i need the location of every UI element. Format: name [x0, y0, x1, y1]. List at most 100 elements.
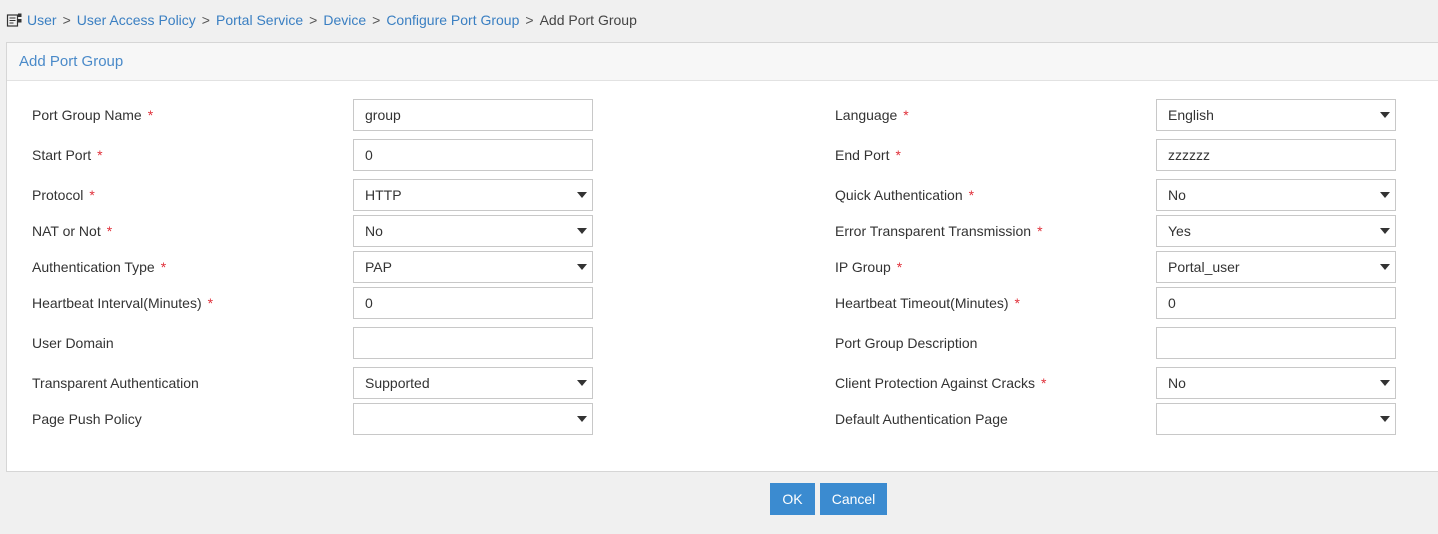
protocol-label: Protocol * — [32, 179, 95, 211]
required-mark: * — [1040, 375, 1047, 391]
default-authentication-page-select[interactable] — [1156, 403, 1396, 435]
ip-group-label: IP Group * — [835, 251, 902, 283]
required-mark: * — [903, 107, 909, 123]
required-mark: * — [896, 259, 903, 275]
caret-down-icon[interactable] — [1380, 416, 1390, 422]
heartbeat-timeout-minutes-input-field[interactable] — [1168, 288, 1395, 318]
ip-group-selected-value: Portal_user — [1168, 259, 1240, 275]
caret-down-icon[interactable] — [577, 380, 587, 386]
breadcrumb-link-portal-service[interactable]: Portal Service — [216, 12, 303, 28]
required-mark: * — [207, 295, 214, 311]
port-group-description-label: Port Group Description — [835, 327, 977, 359]
page-push-policy-label-text: Page Push Policy — [32, 411, 142, 427]
page-push-policy-label: Page Push Policy — [32, 403, 142, 435]
start-port-input-field[interactable] — [365, 140, 592, 170]
client-protection-against-cracks-label-text: Client Protection Against Cracks — [835, 375, 1035, 391]
caret-down-icon[interactable] — [1380, 112, 1390, 118]
cancel-button[interactable]: Cancel — [820, 483, 887, 515]
error-transparent-transmission-label: Error Transparent Transmission * — [835, 215, 1043, 247]
ip-group-select[interactable]: Portal_user — [1156, 251, 1396, 283]
port-group-name-label: Port Group Name * — [32, 99, 153, 131]
caret-down-icon[interactable] — [1380, 192, 1390, 198]
default-authentication-page-label-text: Default Authentication Page — [835, 411, 1008, 427]
protocol-select[interactable]: HTTP — [353, 179, 593, 211]
start-port-input[interactable] — [353, 139, 593, 171]
port-group-description-label-text: Port Group Description — [835, 335, 978, 351]
end-port-input-field[interactable] — [1168, 140, 1395, 170]
caret-down-icon[interactable] — [1380, 228, 1390, 234]
caret-down-icon[interactable] — [577, 228, 587, 234]
caret-down-icon[interactable] — [1380, 380, 1390, 386]
transparent-authentication-select[interactable]: Supported — [353, 367, 593, 399]
breadcrumb-link-user[interactable]: User — [27, 12, 57, 28]
error-transparent-transmission-selected-value: Yes — [1168, 223, 1191, 239]
required-mark: * — [1037, 223, 1043, 239]
required-mark: * — [968, 187, 975, 203]
error-transparent-transmission-select[interactable]: Yes — [1156, 215, 1396, 247]
end-port-label: End Port * — [835, 139, 901, 171]
nat-or-not-selected-value: No — [365, 223, 383, 239]
required-mark: * — [160, 259, 167, 275]
port-group-name-input[interactable] — [353, 99, 593, 131]
caret-down-icon[interactable] — [577, 264, 587, 270]
breadcrumb-separator: > — [201, 12, 210, 28]
heartbeat-timeout-minutes-label: Heartbeat Timeout(Minutes) * — [835, 287, 1020, 319]
default-authentication-page-label: Default Authentication Page — [835, 403, 1008, 435]
language-label-text: Language — [835, 107, 898, 123]
heartbeat-interval-minutes-label: Heartbeat Interval(Minutes) * — [32, 287, 213, 319]
authentication-type-label-text: Authentication Type — [32, 259, 155, 275]
ip-group-label-text: IP Group — [835, 259, 891, 275]
client-protection-against-cracks-label: Client Protection Against Cracks * — [835, 367, 1046, 399]
nat-or-not-label: NAT or Not * — [32, 215, 112, 247]
end-port-label-text: End Port — [835, 147, 890, 163]
language-label: Language * — [835, 99, 909, 131]
authentication-type-label: Authentication Type * — [32, 251, 166, 283]
port-group-description-input-field[interactable] — [1168, 328, 1395, 358]
heartbeat-interval-minutes-input-field[interactable] — [365, 288, 592, 318]
quick-authentication-label: Quick Authentication * — [835, 179, 974, 211]
caret-down-icon[interactable] — [1380, 264, 1390, 270]
nat-or-not-select[interactable]: No — [353, 215, 593, 247]
caret-down-icon[interactable] — [577, 192, 587, 198]
heartbeat-interval-minutes-label-text: Heartbeat Interval(Minutes) — [32, 295, 202, 311]
quick-authentication-select[interactable]: No — [1156, 179, 1396, 211]
transparent-authentication-label: Transparent Authentication — [32, 367, 199, 399]
quick-authentication-selected-value: No — [1168, 187, 1186, 203]
transparent-authentication-selected-value: Supported — [365, 375, 430, 391]
breadcrumb-link-user-access-policy[interactable]: User Access Policy — [77, 12, 196, 28]
breadcrumb-separator: > — [525, 12, 534, 28]
heartbeat-timeout-minutes-label-text: Heartbeat Timeout(Minutes) — [835, 295, 1009, 311]
protocol-label-text: Protocol — [32, 187, 84, 203]
client-protection-against-cracks-select[interactable]: No — [1156, 367, 1396, 399]
caret-down-icon[interactable] — [577, 416, 587, 422]
panel-title: Add Port Group — [7, 43, 1438, 81]
client-protection-against-cracks-selected-value: No — [1168, 375, 1186, 391]
ok-button[interactable]: OK — [770, 483, 815, 515]
language-selected-value: English — [1168, 107, 1214, 123]
user-domain-input[interactable] — [353, 327, 593, 359]
port-group-name-input-field[interactable] — [365, 100, 592, 130]
user-config-icon — [6, 13, 22, 27]
authentication-type-selected-value: PAP — [365, 259, 392, 275]
user-domain-label-text: User Domain — [32, 335, 114, 351]
end-port-input[interactable] — [1156, 139, 1396, 171]
required-mark: * — [106, 223, 113, 239]
required-mark: * — [1014, 295, 1020, 311]
heartbeat-timeout-minutes-input[interactable] — [1156, 287, 1396, 319]
breadcrumb: User > User Access Policy > Portal Servi… — [6, 10, 637, 30]
port-group-name-label-text: Port Group Name — [32, 107, 142, 123]
port-group-description-input[interactable] — [1156, 327, 1396, 359]
required-mark: * — [895, 147, 901, 163]
transparent-authentication-label-text: Transparent Authentication — [32, 375, 199, 391]
required-mark: * — [147, 107, 154, 123]
page-push-policy-select[interactable] — [353, 403, 593, 435]
required-mark: * — [89, 187, 95, 203]
user-domain-input-field[interactable] — [365, 328, 592, 358]
heartbeat-interval-minutes-input[interactable] — [353, 287, 593, 319]
breadcrumb-link-configure-port-group[interactable]: Configure Port Group — [386, 12, 519, 28]
breadcrumb-link-device[interactable]: Device — [323, 12, 366, 28]
breadcrumb-current: Add Port Group — [539, 12, 637, 28]
language-select[interactable]: English — [1156, 99, 1396, 131]
quick-authentication-label-text: Quick Authentication — [835, 187, 963, 203]
authentication-type-select[interactable]: PAP — [353, 251, 593, 283]
